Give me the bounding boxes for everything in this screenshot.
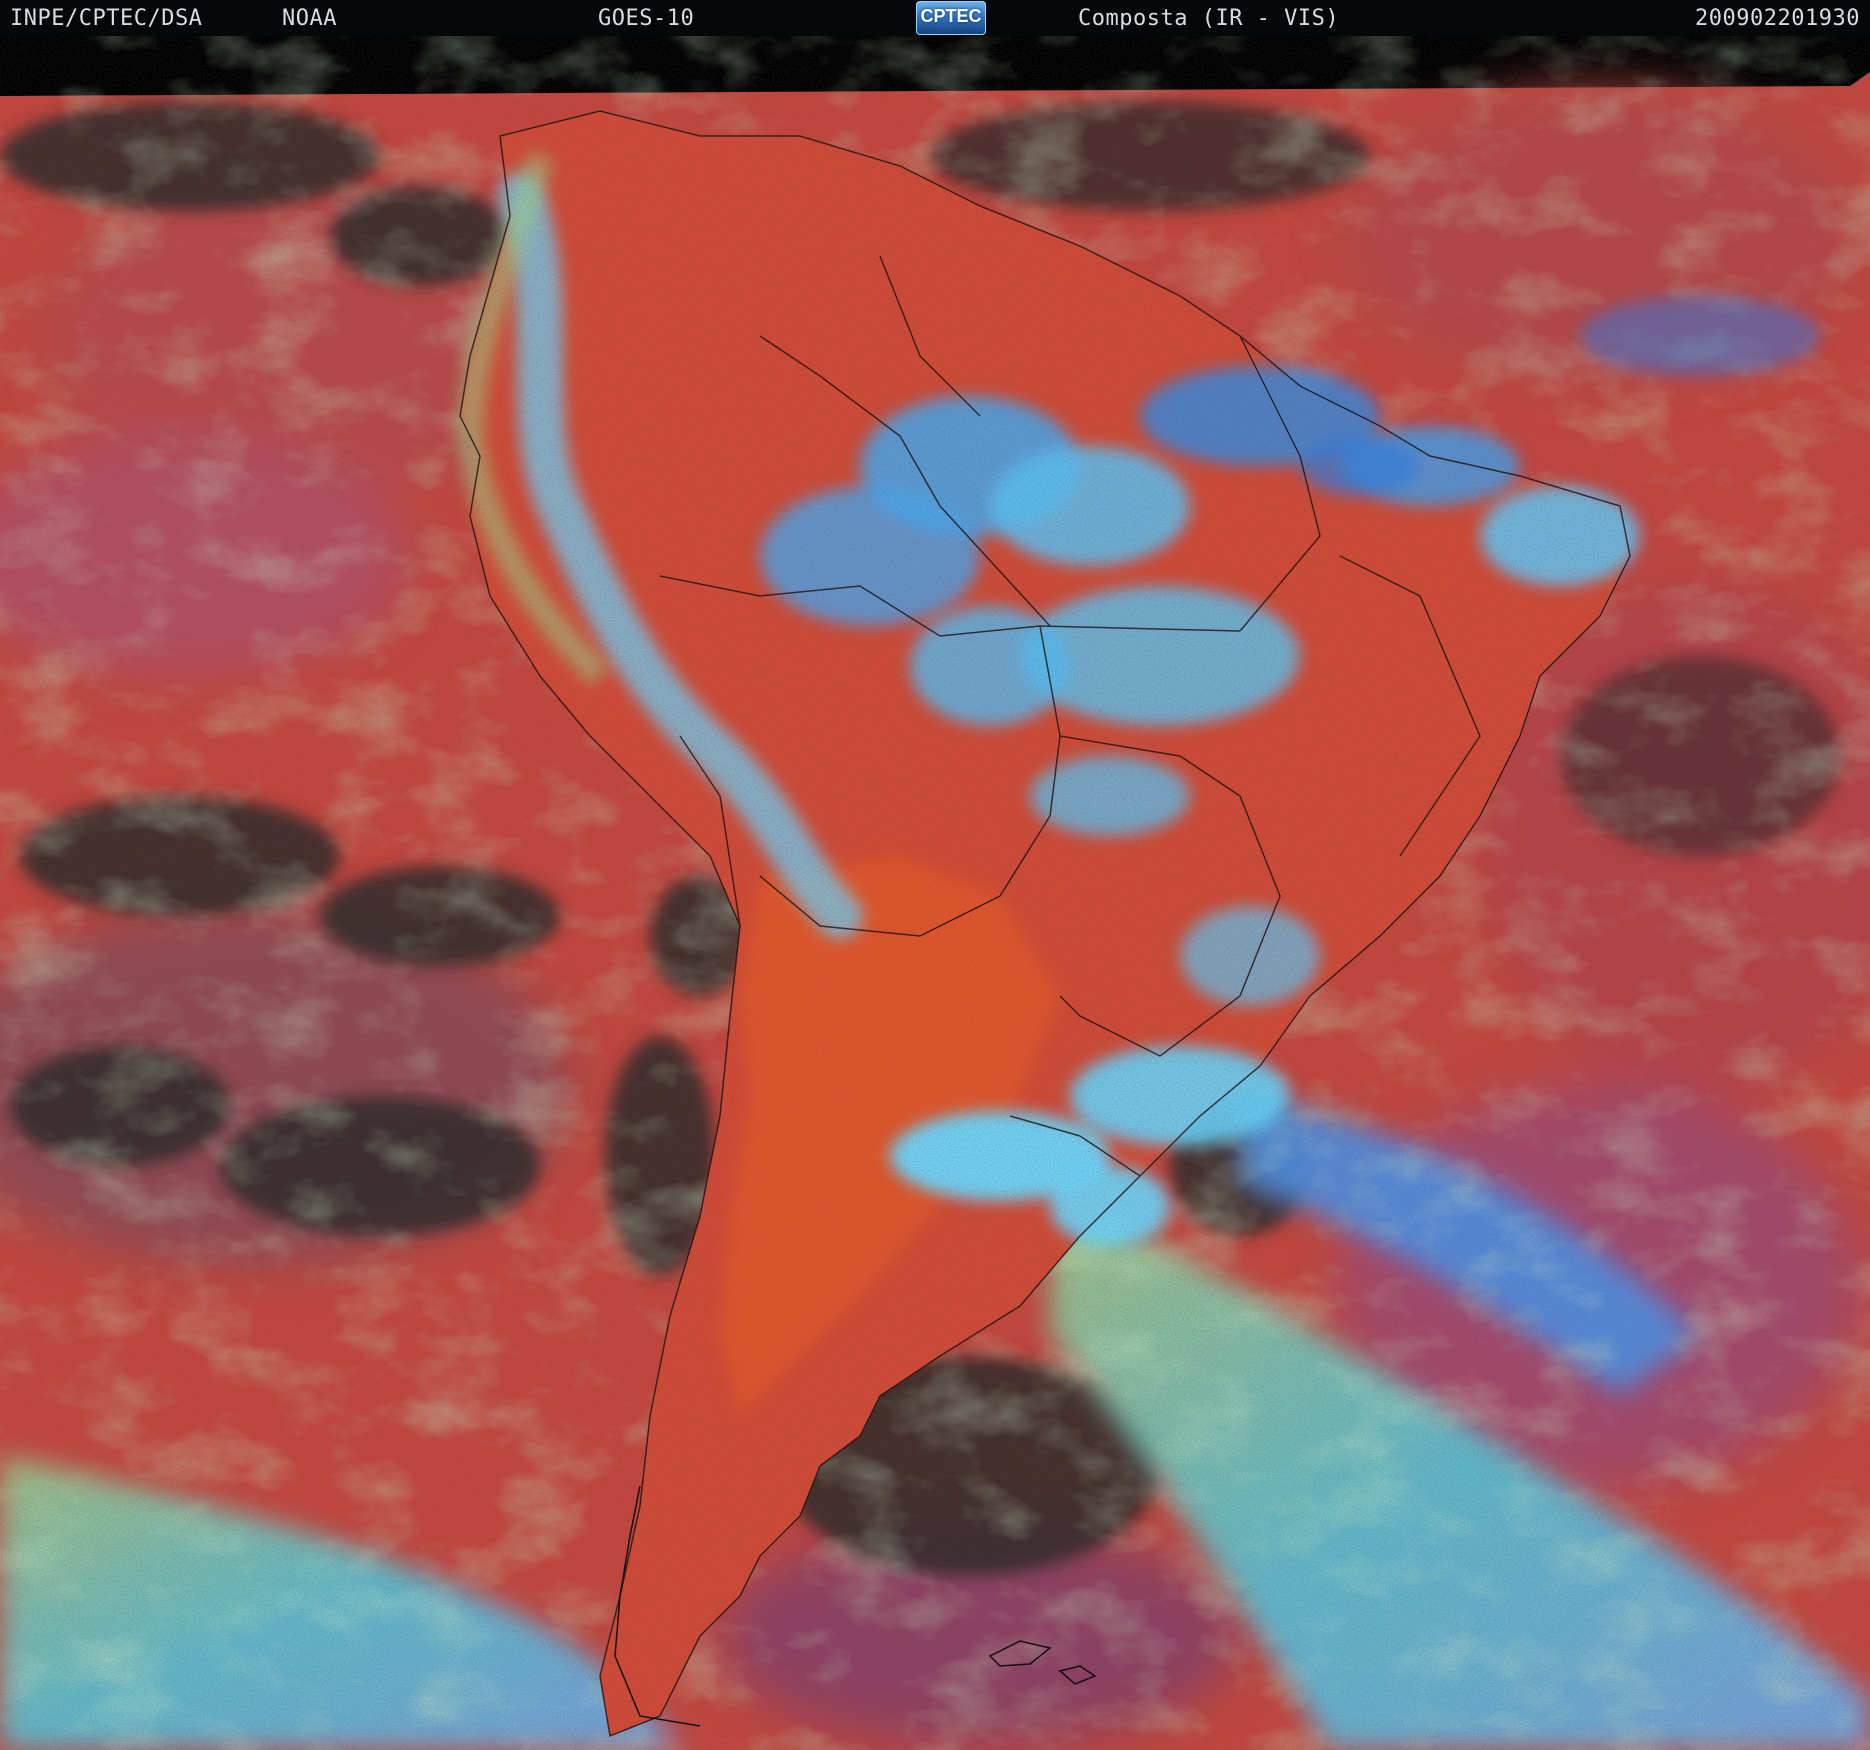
noise-overlay [0, 96, 1870, 1750]
satellite-image [0, 36, 1870, 1750]
organization-label: INPE/CPTEC/DSA [10, 6, 203, 31]
satellite-map [0, 36, 1870, 1750]
logo-text: CPTEC [920, 6, 982, 26]
header-bar: INPE/CPTEC/DSA NOAA GOES-10 CPTEC Compos… [0, 0, 1870, 36]
agency-label: NOAA [282, 6, 337, 31]
product-label: Composta (IR - VIS) [1078, 6, 1340, 31]
cptec-logo-icon: CPTEC [916, 1, 986, 35]
satellite-label: GOES-10 [598, 6, 695, 31]
timestamp-label: 200902201930 [1695, 6, 1860, 31]
